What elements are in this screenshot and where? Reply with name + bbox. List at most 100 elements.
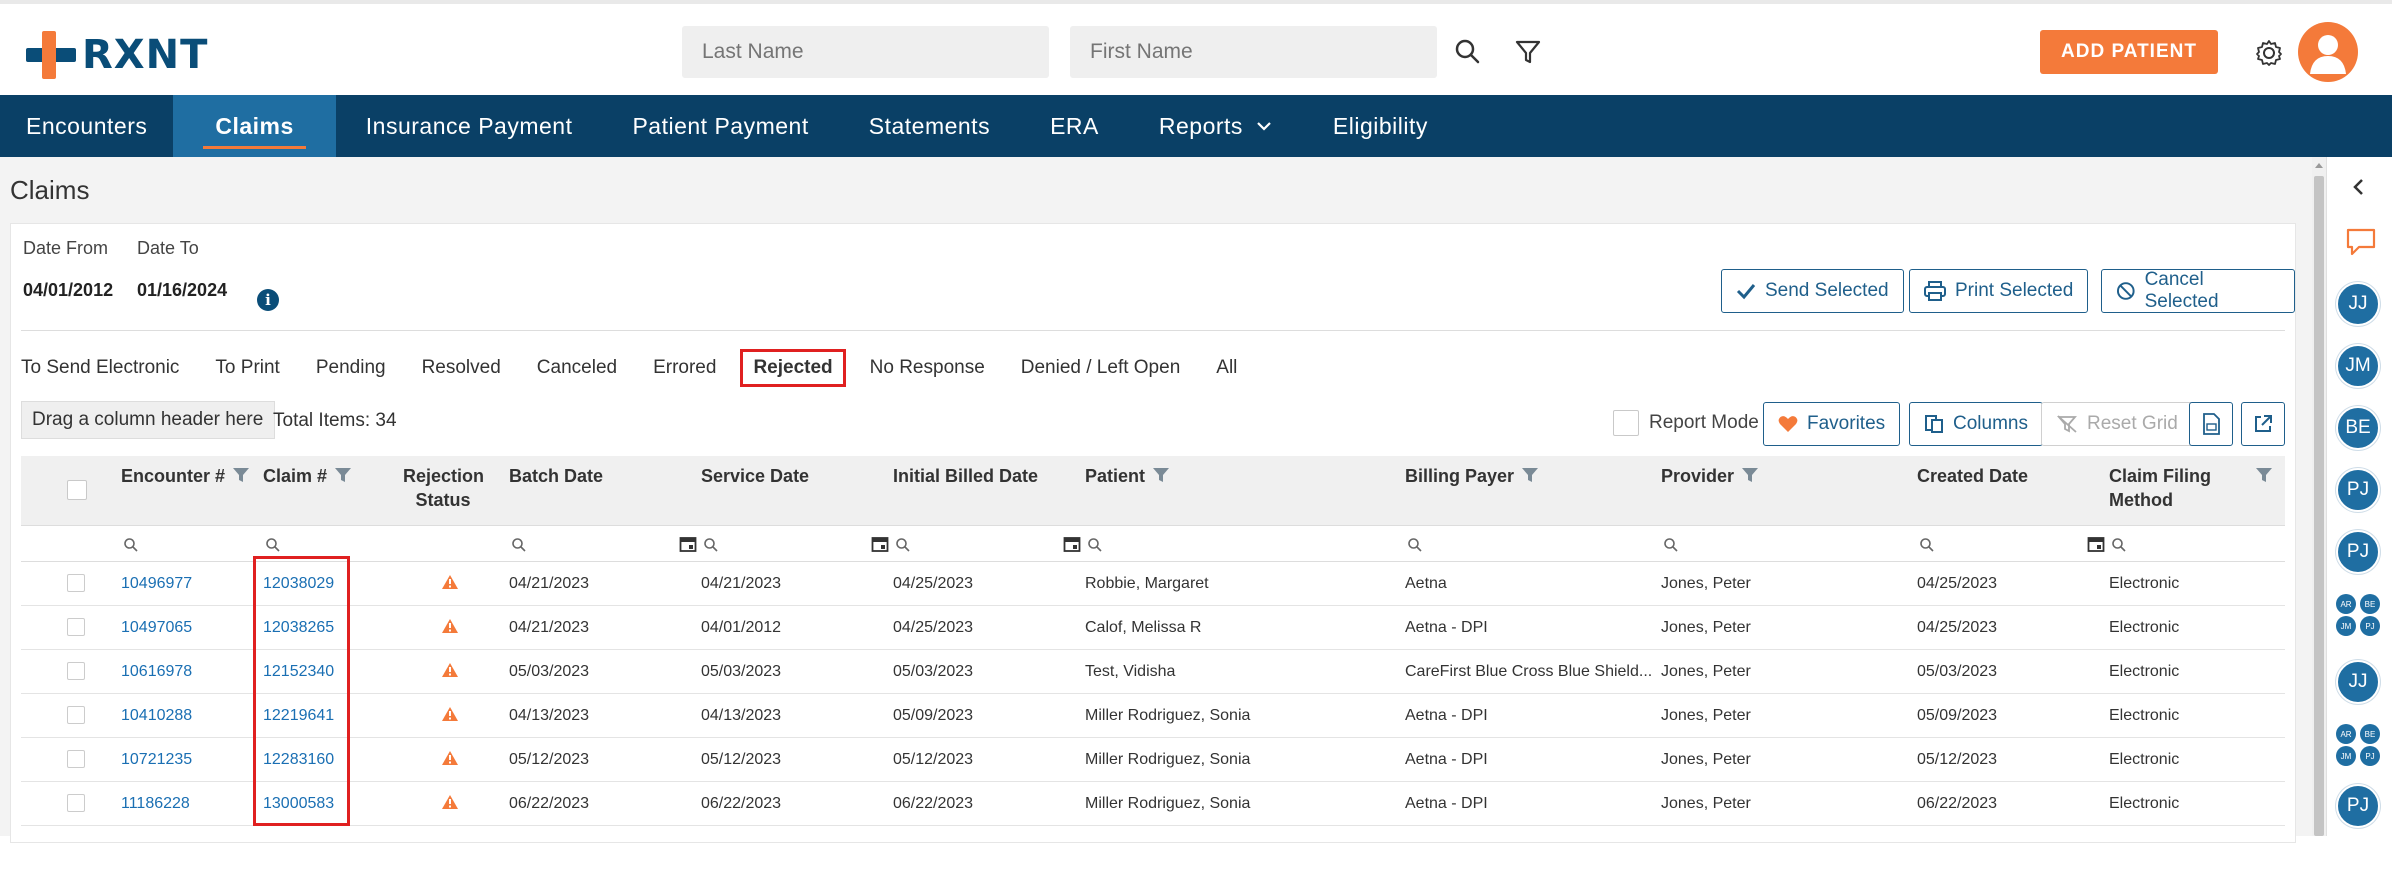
nav-statements[interactable]: Statements [839,95,1020,157]
report-mode-checkbox[interactable] [1613,410,1639,436]
table-row[interactable]: 10616978 12152340 05/03/2023 05/03/2023 05/0… [21,650,2285,694]
group-drop-area[interactable]: Drag a column header here [21,401,275,439]
date-to-value[interactable]: 01/16/2024 [137,280,227,301]
warning-icon[interactable] [441,574,459,590]
col-billing-payer[interactable]: Billing Payer [1405,456,1539,526]
column-filter-icon[interactable] [334,466,352,484]
col-initial-billed-date[interactable]: Initial Billed Date [893,456,1038,526]
collaborator-avatar[interactable]: PJ [2336,468,2380,512]
cell-encounter[interactable]: 10496977 [121,575,192,593]
date-from-value[interactable]: 04/01/2012 [23,280,113,301]
scrollbar-thumb[interactable] [2314,176,2324,836]
column-filter-icon[interactable] [2255,466,2273,484]
filter-search-icon[interactable] [1407,537,1423,553]
row-checkbox[interactable] [67,706,85,724]
col-claim[interactable]: Claim # [263,456,352,526]
col-patient[interactable]: Patient [1085,456,1170,526]
column-filter-icon[interactable] [232,466,250,484]
nav-encounters[interactable]: Encounters [0,95,173,157]
collaborator-mini-avatar[interactable]: AR [2336,724,2356,744]
filter-search-icon[interactable] [511,537,527,553]
warning-icon[interactable] [441,706,459,722]
column-filter-icon[interactable] [1152,466,1170,484]
table-row[interactable]: 10410288 12219641 04/13/2023 04/13/2023 05/0… [21,694,2285,738]
cell-claim[interactable]: 12152340 [263,663,334,681]
table-row[interactable]: 10721235 12283160 05/12/2023 05/12/2023 05/1… [21,738,2285,782]
calendar-icon[interactable] [1063,535,1081,553]
export-excel-button[interactable] [2189,402,2233,446]
col-rejection-status[interactable]: Rejection Status [403,456,484,526]
collaborator-avatar[interactable]: JJ [2336,660,2380,704]
nav-eligibility[interactable]: Eligibility [1303,95,1458,157]
tab-denied-left-open[interactable]: Denied / Left Open [1021,351,1181,385]
last-name-input[interactable] [682,26,1049,78]
tab-errored[interactable]: Errored [653,351,716,385]
send-selected-button[interactable]: Send Selected [1721,269,1904,313]
calendar-icon[interactable] [871,535,889,553]
reset-grid-button[interactable]: Reset Grid [2041,402,2193,446]
collaborator-mini-avatar[interactable]: JM [2336,616,2356,636]
row-checkbox[interactable] [67,618,85,636]
filter-search-icon[interactable] [265,537,281,553]
filter-search-icon[interactable] [123,537,139,553]
nav-reports[interactable]: Reports [1129,95,1303,157]
col-encounter[interactable]: Encounter # [121,456,250,526]
collaborator-avatar[interactable]: JM [2336,344,2380,388]
cell-encounter[interactable]: 10616978 [121,663,192,681]
rxnt-logo[interactable]: RXNT [26,28,208,82]
collaborator-mini-avatar[interactable]: JM [2336,746,2356,766]
tab-all[interactable]: All [1216,351,1237,385]
collaborator-mini-avatar[interactable]: AR [2336,594,2356,614]
collaborator-avatar[interactable]: PJ [2336,530,2380,574]
favorites-button[interactable]: Favorites [1763,402,1901,446]
col-created-date[interactable]: Created Date [1917,456,2028,526]
collaborator-mini-avatar[interactable]: BE [2360,594,2380,614]
collaborator-mini-avatar[interactable]: PJ [2360,616,2380,636]
warning-icon[interactable] [441,750,459,766]
tab-pending[interactable]: Pending [316,351,386,385]
cell-encounter[interactable]: 10721235 [121,751,192,769]
tab-rejected[interactable]: Rejected [740,349,846,387]
chat-bubble-icon[interactable] [2345,227,2377,257]
collaborator-avatar[interactable]: PJ [2336,784,2380,828]
row-checkbox[interactable] [67,794,85,812]
scroll-up-arrow-icon[interactable] [2314,160,2324,170]
columns-button[interactable]: Columns [1909,402,2043,446]
user-avatar[interactable] [2298,22,2358,82]
col-provider[interactable]: Provider [1661,456,1759,526]
col-claim-filing-method[interactable]: Claim Filing Method [2109,456,2211,526]
filter-search-icon[interactable] [895,537,911,553]
col-service-date[interactable]: Service Date [701,456,809,526]
chevron-left-icon[interactable] [2349,177,2369,197]
info-icon[interactable]: i [257,289,279,311]
cell-claim[interactable]: 12283160 [263,751,334,769]
cell-claim[interactable]: 12219641 [263,707,334,725]
nav-patient-payment[interactable]: Patient Payment [602,95,838,157]
first-name-input[interactable] [1070,26,1437,78]
nav-era[interactable]: ERA [1020,95,1129,157]
filter-search-icon[interactable] [1919,537,1935,553]
col-batch-date[interactable]: Batch Date [509,456,603,526]
filter-search-icon[interactable] [1663,537,1679,553]
report-mode-toggle[interactable]: Report Mode [1613,410,1759,436]
select-all-checkbox[interactable] [67,480,87,500]
cell-encounter[interactable]: 11186228 [121,795,190,813]
collaborator-mini-avatar[interactable]: PJ [2360,746,2380,766]
table-row[interactable]: 10496977 12038029 04/21/2023 04/21/2023 04/2… [21,562,2285,606]
print-selected-button[interactable]: Print Selected [1909,269,2089,313]
search-icon[interactable] [1452,36,1484,68]
filter-search-icon[interactable] [2111,537,2127,553]
add-patient-button[interactable]: ADD PATIENT [2040,30,2218,74]
nav-claims[interactable]: Claims [173,95,336,157]
column-filter-icon[interactable] [1741,466,1759,484]
tab-to-print[interactable]: To Print [215,351,279,385]
filter-search-icon[interactable] [703,537,719,553]
cell-claim[interactable]: 12038029 [263,575,334,593]
tab-canceled[interactable]: Canceled [537,351,617,385]
calendar-icon[interactable] [679,535,697,553]
filter-icon[interactable] [1512,36,1544,68]
cell-encounter[interactable]: 10497065 [121,619,192,637]
row-checkbox[interactable] [67,574,85,592]
export-button[interactable] [2241,402,2285,446]
cell-claim[interactable]: 12038265 [263,619,334,637]
